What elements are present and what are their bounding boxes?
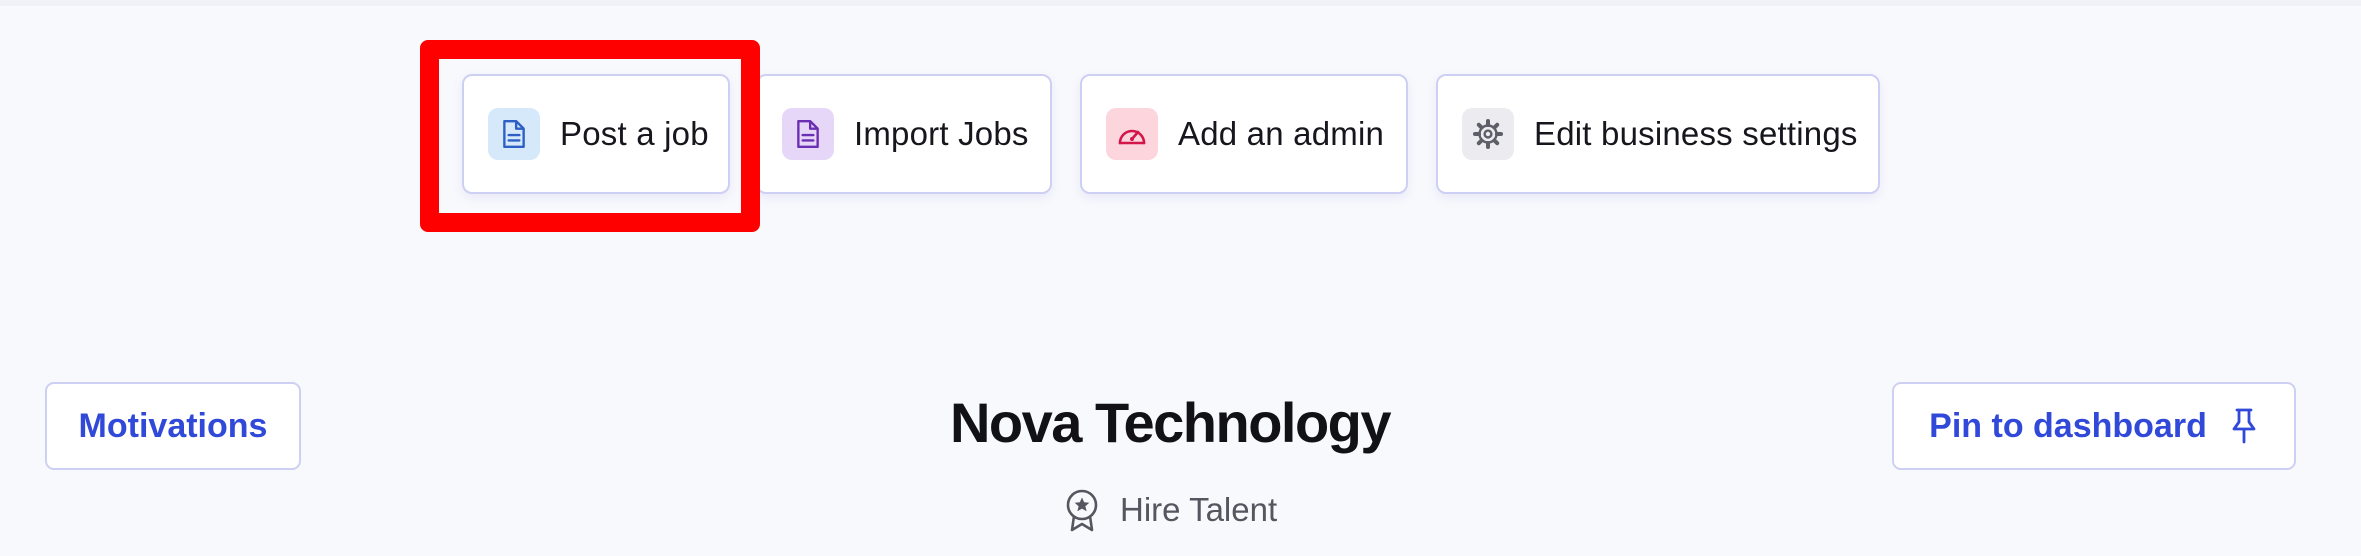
add-admin-icon-box: [1106, 108, 1158, 160]
gear-icon: [1473, 119, 1503, 149]
company-tagline: Hire Talent: [1062, 488, 1277, 532]
gauge-icon: [1118, 129, 1146, 145]
post-a-job-label: Post a job: [560, 115, 709, 152]
pin-icon: [2232, 408, 2256, 444]
import-jobs-button[interactable]: Import Jobs: [756, 74, 1052, 194]
edit-business-settings-label: Edit business settings: [1534, 115, 1858, 152]
import-jobs-label: Import Jobs: [854, 115, 1029, 152]
company-tagline-label: Hire Talent: [1120, 491, 1278, 528]
document-icon: [797, 119, 819, 149]
edit-business-settings-button[interactable]: Edit business settings: [1436, 74, 1880, 194]
add-an-admin-label: Add an admin: [1178, 115, 1385, 152]
top-divider-strip: [0, 0, 2361, 6]
pin-to-dashboard-button[interactable]: Pin to dashboard: [1892, 382, 2296, 470]
settings-icon-box: [1462, 108, 1514, 160]
add-an-admin-button[interactable]: Add an admin: [1080, 74, 1408, 194]
pin-to-dashboard-label: Pin to dashboard: [1929, 406, 2207, 445]
award-badge-icon: [1066, 489, 1098, 532]
import-jobs-icon-box: [782, 108, 834, 160]
post-a-job-button[interactable]: Post a job: [462, 74, 730, 194]
document-icon: [503, 119, 525, 149]
post-job-icon-box: [488, 108, 540, 160]
